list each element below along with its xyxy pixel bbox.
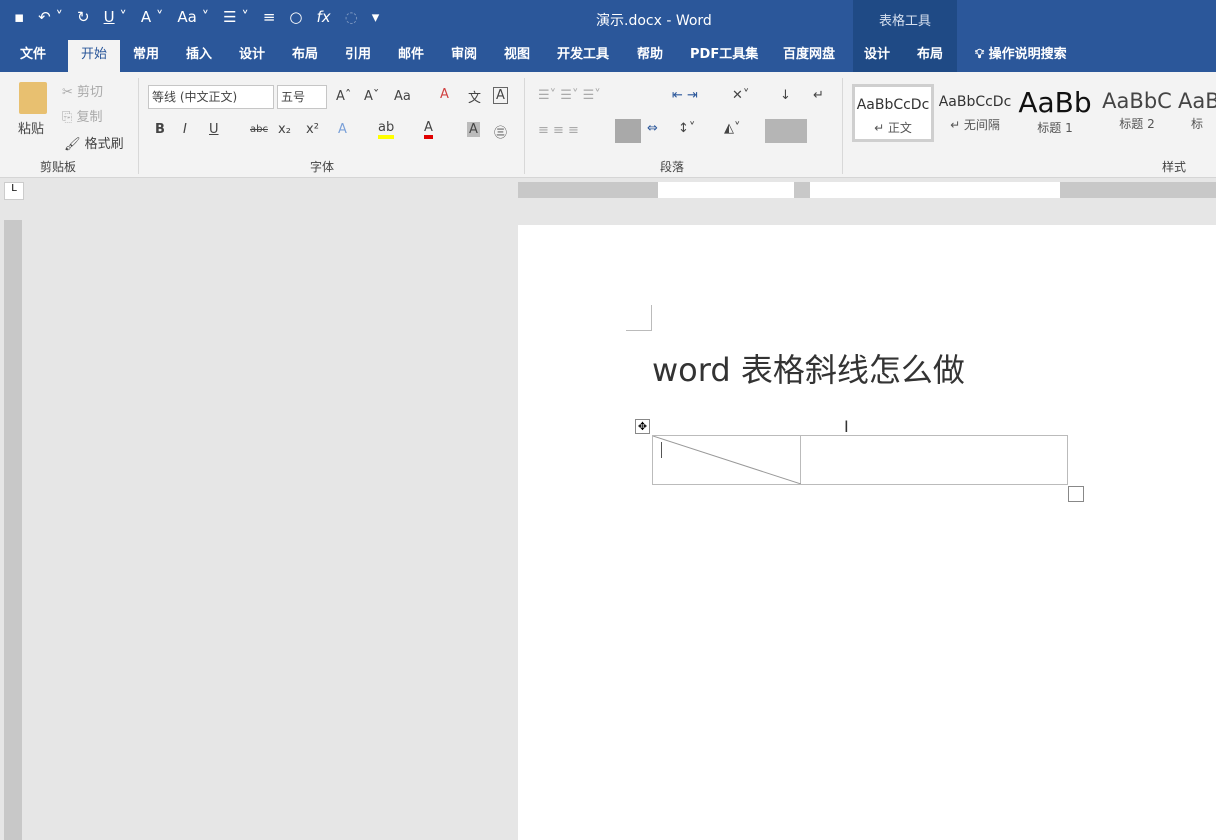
formula-icon[interactable]: fx — [317, 8, 331, 26]
tab-mailings[interactable]: 邮件 — [398, 40, 424, 72]
styles-group-label: 样式 — [1162, 160, 1187, 174]
sort-icon[interactable]: ↓ — [780, 88, 791, 103]
comment-icon[interactable]: ◌ — [345, 8, 358, 26]
copy-button[interactable]: ⎘ 复制 — [62, 106, 103, 125]
underline-button[interactable]: U — [209, 122, 219, 137]
table-resize-handle[interactable] — [1068, 486, 1084, 502]
change-case-button[interactable]: Aa — [394, 89, 411, 104]
tab-developer[interactable]: 开发工具 — [557, 40, 609, 72]
undo-icon[interactable]: ↶ ˅ — [38, 8, 63, 26]
justify-button[interactable] — [615, 119, 641, 143]
style-normal[interactable]: AaBbCcDc ↵ 正文 — [852, 84, 934, 142]
highlight-icon[interactable]: ab — [378, 120, 395, 139]
horizontal-ruler[interactable] — [518, 182, 1216, 198]
enclose-char-icon[interactable]: ㊂ — [494, 122, 507, 141]
tab-selector[interactable]: L — [4, 182, 24, 200]
tab-common[interactable]: 常用 — [133, 40, 159, 72]
font-color-icon[interactable]: A — [424, 120, 433, 139]
tab-home[interactable]: 开始 — [68, 40, 120, 72]
shrink-font-icon[interactable]: Aˇ — [364, 89, 379, 104]
tab-view[interactable]: 视图 — [504, 40, 530, 72]
vertical-ruler[interactable] — [4, 220, 22, 840]
font-size-select[interactable]: 五号 — [277, 85, 327, 109]
superscript-button[interactable]: x² — [306, 122, 319, 137]
table-cell-diagonal[interactable] — [653, 436, 801, 484]
tab-file[interactable]: 文件 — [20, 40, 46, 72]
shading-icon[interactable]: ◭˅ — [724, 121, 741, 136]
change-case-icon[interactable]: Aa ˅ — [177, 8, 209, 26]
indent-icons[interactable]: ⇤ ⇥ — [672, 88, 698, 103]
margin-corner-mark — [626, 305, 652, 331]
cut-button[interactable]: ✂ 剪切 — [62, 81, 103, 100]
bold-button[interactable]: B — [155, 122, 165, 137]
grow-font-icon[interactable]: Aˆ — [336, 89, 351, 104]
line-spacing-icon[interactable]: ↕˅ — [678, 121, 695, 136]
bullets-icon[interactable]: ☰˅ ☰˅ ☰˅ — [538, 88, 601, 103]
table-cell[interactable] — [802, 436, 1067, 484]
underline-icon[interactable]: U ˅ — [104, 8, 127, 26]
align-icons[interactable]: ≡ ≡ ≡ — [538, 123, 579, 138]
shape-icon[interactable]: ○ — [289, 8, 302, 26]
paste-button[interactable]: 粘贴 — [18, 118, 44, 137]
text-effect-icon[interactable]: A ˅ — [141, 8, 164, 26]
tab-references[interactable]: 引用 — [345, 40, 371, 72]
tab-baidu-netdisk[interactable]: 百度网盘 — [783, 40, 835, 72]
document-page[interactable]: word 表格斜线怎么做 ✥ I — [518, 225, 1216, 840]
italic-button[interactable]: I — [183, 122, 187, 137]
table-tools-label: 表格工具 — [878, 14, 931, 29]
clipboard-group-label: 剪贴板 — [40, 160, 77, 174]
paste-icon[interactable] — [19, 82, 47, 114]
asian-layout-icon[interactable]: ✕˅ — [732, 88, 749, 103]
tell-me-search[interactable]: 💡︎ 操作说明搜索 — [975, 40, 1067, 72]
document-heading[interactable]: word 表格斜线怎么做 — [652, 345, 965, 391]
tab-table-layout[interactable]: 布局 — [917, 40, 943, 72]
style-heading-1[interactable]: AaBb 标题 1 — [1014, 84, 1096, 142]
font-name-select[interactable]: 等线 (中文正文) — [148, 85, 274, 109]
align-icon[interactable]: ≡ — [263, 8, 276, 26]
quick-access-toolbar: ▪ ↶ ˅ ↻ U ˅ A ˅ Aa ˅ ☰ ˅ ≡ ○ fx ◌ ▾ — [14, 8, 379, 26]
strikethrough-button[interactable]: abc — [250, 124, 268, 135]
bullets-icon[interactable]: ☰ ˅ — [223, 8, 249, 26]
tab-table-design[interactable]: 设计 — [864, 40, 890, 72]
lightbulb-icon: 💡︎ — [975, 47, 989, 62]
caret — [661, 442, 662, 458]
tab-design[interactable]: 设计 — [239, 40, 265, 72]
tab-layout[interactable]: 布局 — [292, 40, 318, 72]
show-marks-icon[interactable]: ↵ — [813, 88, 824, 103]
text-cursor-icon: I — [844, 417, 849, 436]
style-heading-2[interactable]: AaBbC 标题 2 — [1096, 84, 1178, 142]
char-shading-icon[interactable]: A — [467, 122, 480, 137]
distribute-icon[interactable]: ⇔ — [647, 121, 658, 136]
tab-review[interactable]: 审阅 — [451, 40, 477, 72]
style-no-spacing[interactable]: AaBbCcDc ↵ 无间隔 — [934, 84, 1016, 142]
subscript-button[interactable]: x₂ — [278, 122, 291, 137]
style-title[interactable]: AaB 标 — [1178, 84, 1216, 142]
char-border-icon[interactable]: A — [493, 87, 508, 104]
paragraph-group-label: 段落 — [660, 160, 685, 174]
table-move-handle-icon[interactable]: ✥ — [635, 419, 650, 434]
text-effects-icon[interactable]: A — [338, 122, 347, 137]
tab-help[interactable]: 帮助 — [637, 40, 663, 72]
table[interactable] — [652, 435, 1068, 485]
customize-icon[interactable]: ▾ — [372, 8, 380, 26]
phonetic-icon[interactable]: 文 — [468, 87, 481, 106]
borders-button[interactable] — [765, 119, 807, 143]
format-painter-button[interactable]: 🖌︎ 格式刷 — [64, 133, 124, 152]
tab-insert[interactable]: 插入 — [186, 40, 212, 72]
diagonal-line — [653, 436, 801, 484]
redo-icon[interactable]: ↻ — [77, 8, 90, 26]
font-group-label: 字体 — [310, 160, 335, 174]
title-bar: ▪ ↶ ˅ ↻ U ˅ A ˅ Aa ˅ ☰ ˅ ≡ ○ fx ◌ ▾ 演示.d… — [0, 0, 1216, 40]
window-title: 演示.docx - Word — [596, 13, 712, 29]
tab-pdf-tools[interactable]: PDF工具集 — [690, 40, 758, 72]
save-icon[interactable]: ▪ — [14, 8, 24, 26]
clear-format-icon[interactable]: A — [440, 87, 449, 102]
